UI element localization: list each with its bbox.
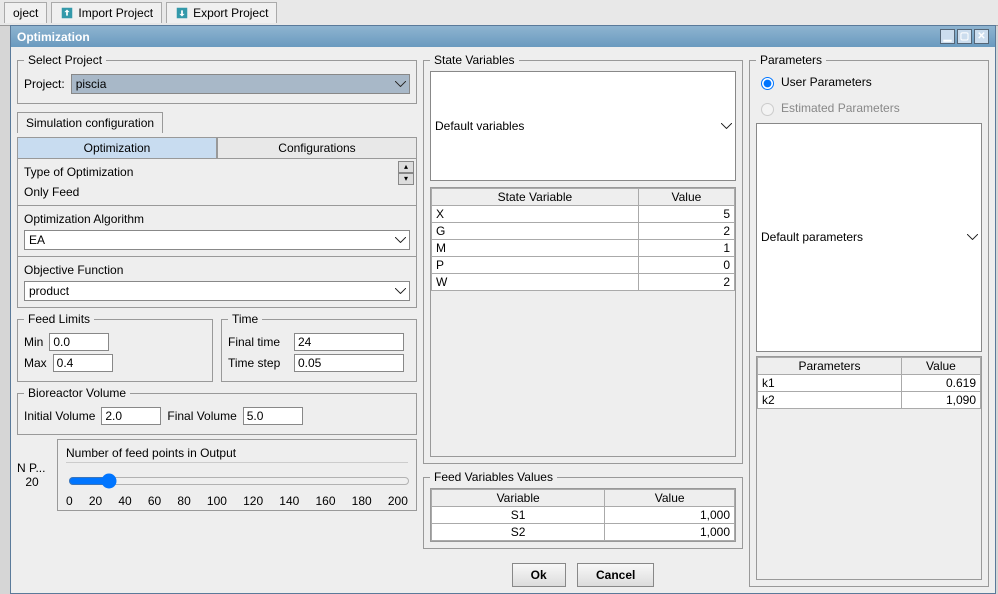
minimize-icon[interactable]: ▁ bbox=[940, 29, 955, 44]
state-vars-combo[interactable]: Default variables bbox=[430, 71, 736, 181]
table-row[interactable]: G2 bbox=[432, 223, 735, 240]
time-step-label: Time step bbox=[228, 356, 288, 370]
type-optimization-panel: Type of Optimization Only Feed ▴ ▾ bbox=[17, 159, 417, 206]
table-row[interactable]: k21,090 bbox=[758, 391, 981, 408]
algo-label: Optimization Algorithm bbox=[24, 212, 410, 226]
final-vol-input[interactable] bbox=[243, 407, 303, 425]
np-short-label: N P... bbox=[17, 461, 51, 475]
select-project-group: Select Project Project: piscia bbox=[17, 53, 417, 104]
user-params-radio[interactable] bbox=[761, 77, 774, 90]
final-vol-label: Final Volume bbox=[167, 409, 236, 423]
tab-configurations[interactable]: Configurations bbox=[217, 137, 417, 158]
est-params-radio bbox=[761, 103, 774, 116]
time-group: Time Final time Time step bbox=[221, 312, 417, 382]
titlebar[interactable]: Optimization ▁ ▢ ✕ bbox=[11, 26, 995, 47]
window-title: Optimization bbox=[17, 30, 90, 44]
np-value: 20 bbox=[17, 475, 47, 489]
table-row[interactable]: P0 bbox=[432, 257, 735, 274]
feed-var-vals-group: Feed Variables Values Variable Value S11… bbox=[423, 470, 743, 549]
tab-export-project[interactable]: Export Project bbox=[166, 2, 277, 23]
app-toolbar: oject Import Project Export Project bbox=[0, 0, 998, 26]
cancel-button[interactable]: Cancel bbox=[577, 563, 654, 587]
close-icon[interactable]: ✕ bbox=[974, 29, 989, 44]
table-row[interactable]: M1 bbox=[432, 240, 735, 257]
feed-points-slider[interactable] bbox=[68, 473, 410, 489]
type-opt-value: Only Feed bbox=[24, 185, 410, 199]
feed-vars-table[interactable]: Variable Value S11,000S21,000 bbox=[431, 489, 735, 541]
init-vol-input[interactable] bbox=[101, 407, 161, 425]
table-row[interactable]: W2 bbox=[432, 274, 735, 291]
select-project-legend: Select Project bbox=[24, 53, 106, 67]
objective-panel: Objective Function product bbox=[17, 257, 417, 308]
maximize-icon[interactable]: ▢ bbox=[957, 29, 972, 44]
export-icon bbox=[175, 6, 189, 20]
state-vars-table[interactable]: State Variable Value X5G2M1P0W2 bbox=[431, 188, 735, 291]
min-input[interactable] bbox=[49, 333, 109, 351]
tab-import-project[interactable]: Import Project bbox=[51, 2, 162, 23]
type-opt-label: Type of Optimization bbox=[24, 165, 410, 179]
import-icon bbox=[60, 6, 74, 20]
ok-button[interactable]: Ok bbox=[512, 563, 566, 587]
optimization-window: Optimization ▁ ▢ ✕ Select Project Projec… bbox=[10, 25, 996, 594]
init-vol-label: Initial Volume bbox=[24, 409, 95, 423]
project-label: Project: bbox=[24, 77, 65, 91]
objective-select[interactable]: product bbox=[24, 281, 410, 301]
parameters-group: Parameters User Parameters Estimated Par… bbox=[749, 53, 989, 587]
table-row[interactable]: S21,000 bbox=[432, 524, 735, 541]
final-time-label: Final time bbox=[228, 335, 288, 349]
user-params-label: User Parameters bbox=[781, 75, 872, 89]
sim-config-strip: Simulation configuration bbox=[17, 112, 163, 133]
slider-title: Number of feed points in Output bbox=[66, 446, 408, 463]
params-table[interactable]: Parameters Value k10.619k21,090 bbox=[757, 357, 981, 409]
feed-limits-group: Feed Limits Min Max bbox=[17, 312, 213, 382]
table-row[interactable]: X5 bbox=[432, 206, 735, 223]
final-time-input[interactable] bbox=[294, 333, 404, 351]
table-row[interactable]: k10.619 bbox=[758, 374, 981, 391]
algorithm-panel: Optimization Algorithm EA bbox=[17, 206, 417, 257]
tab-optimization[interactable]: Optimization bbox=[17, 137, 217, 158]
algorithm-select[interactable]: EA bbox=[24, 230, 410, 250]
objective-label: Objective Function bbox=[24, 263, 410, 277]
bioreactor-group: Bioreactor Volume Initial Volume Final V… bbox=[17, 386, 417, 435]
est-params-label: Estimated Parameters bbox=[781, 101, 900, 115]
max-input[interactable] bbox=[53, 354, 113, 372]
params-combo[interactable]: Default parameters bbox=[756, 123, 982, 352]
time-step-input[interactable] bbox=[294, 354, 404, 372]
max-label: Max bbox=[24, 356, 47, 370]
type-up-button[interactable]: ▴ bbox=[398, 161, 414, 173]
table-row[interactable]: S11,000 bbox=[432, 507, 735, 524]
project-select[interactable]: piscia bbox=[71, 74, 410, 94]
tab-project-partial[interactable]: oject bbox=[4, 2, 47, 23]
min-label: Min bbox=[24, 335, 43, 349]
type-down-button[interactable]: ▾ bbox=[398, 173, 414, 185]
state-vars-group: State Variables Default variables State … bbox=[423, 53, 743, 464]
